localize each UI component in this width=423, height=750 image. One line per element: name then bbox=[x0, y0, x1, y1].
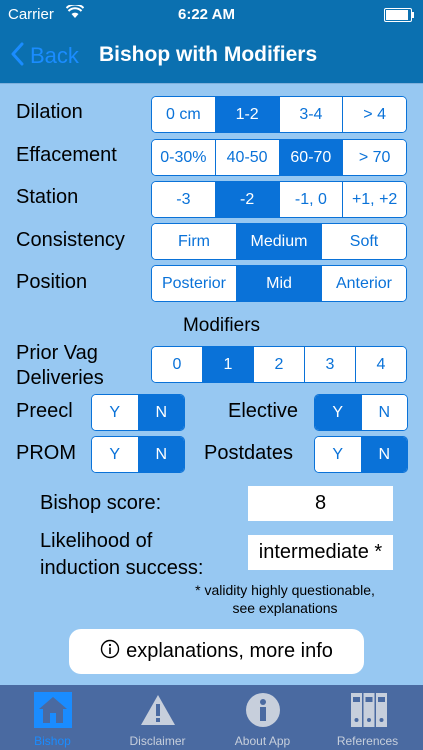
tab-about-app[interactable]: About App bbox=[210, 685, 315, 750]
prom-option-yes[interactable]: Y bbox=[92, 437, 138, 472]
explanations-button[interactable]: explanations, more info bbox=[69, 629, 364, 674]
effacement-option-gt70[interactable]: > 70 bbox=[342, 140, 406, 175]
back-button[interactable]: Back bbox=[10, 41, 79, 71]
prom-option-no[interactable]: N bbox=[137, 437, 184, 472]
postdates-toggle: Y N bbox=[314, 436, 408, 473]
postdates-option-no[interactable]: N bbox=[360, 437, 407, 472]
consistency-option-soft[interactable]: Soft bbox=[321, 224, 406, 259]
dilation-option-3-4[interactable]: 3-4 bbox=[278, 97, 343, 132]
likelihood-label-line1: Likelihood of bbox=[40, 530, 153, 552]
clock: 6:22 AM bbox=[178, 6, 235, 23]
elective-label: Elective bbox=[228, 400, 299, 422]
battery-icon bbox=[384, 8, 414, 22]
effacement-option-0-30[interactable]: 0-30% bbox=[152, 140, 215, 175]
position-segmented-control: Posterior Mid Anterior bbox=[151, 265, 407, 302]
nav-bar: Back Bishop with Modifiers bbox=[0, 30, 423, 83]
station-label: Station bbox=[16, 186, 79, 208]
effacement-label: Effacement bbox=[16, 144, 117, 166]
tab-references[interactable]: References bbox=[315, 685, 420, 750]
carrier-label: Carrier bbox=[8, 6, 54, 23]
status-bar: Carrier 6:22 AM bbox=[0, 0, 423, 30]
info-icon bbox=[100, 639, 120, 665]
tab-about-app-label: About App bbox=[234, 734, 291, 748]
position-option-anterior[interactable]: Anterior bbox=[321, 266, 406, 301]
prior-vag-option-3[interactable]: 3 bbox=[304, 347, 355, 382]
effacement-segmented-control: 0-30% 40-50 60-70 > 70 bbox=[151, 139, 407, 176]
preecl-toggle: Y N bbox=[91, 394, 185, 431]
elective-option-yes[interactable]: Y bbox=[315, 395, 361, 430]
tab-disclaimer-label: Disclaimer bbox=[129, 734, 186, 748]
postdates-option-yes[interactable]: Y bbox=[315, 437, 361, 472]
tab-references-label: References bbox=[336, 734, 399, 748]
station-option-minus2[interactable]: -2 bbox=[214, 182, 279, 217]
tab-disclaimer[interactable]: Disclaimer bbox=[105, 685, 210, 750]
info-icon bbox=[245, 692, 281, 731]
consistency-label: Consistency bbox=[16, 229, 125, 251]
likelihood-label-line2: induction success: bbox=[40, 557, 204, 579]
position-label: Position bbox=[16, 271, 88, 293]
dilation-segmented-control: 0 cm 1-2 3-4 > 4 bbox=[151, 96, 407, 133]
validity-note-line2: see explanations bbox=[232, 600, 338, 616]
dilation-option-gt4[interactable]: > 4 bbox=[342, 97, 406, 132]
binders-icon bbox=[350, 692, 388, 731]
page-title: Bishop with Modifiers bbox=[99, 43, 318, 66]
preecl-label: Preecl bbox=[16, 400, 73, 422]
prior-vag-label: Prior Vag Deliveries bbox=[16, 341, 104, 391]
prior-vag-option-2[interactable]: 2 bbox=[253, 347, 304, 382]
position-option-posterior[interactable]: Posterior bbox=[152, 266, 236, 301]
prior-vag-option-1[interactable]: 1 bbox=[202, 347, 253, 382]
dilation-option-0cm[interactable]: 0 cm bbox=[152, 97, 215, 132]
elective-option-no[interactable]: N bbox=[360, 395, 407, 430]
effacement-option-60-70[interactable]: 60-70 bbox=[278, 140, 343, 175]
elective-toggle: Y N bbox=[314, 394, 408, 431]
tab-bishop[interactable]: Bishop bbox=[0, 685, 105, 750]
likelihood-label: Likelihood of induction success: bbox=[40, 528, 203, 582]
house-icon bbox=[33, 691, 73, 732]
consistency-segmented-control: Firm Medium Soft bbox=[151, 223, 407, 260]
explanations-button-label: explanations, more info bbox=[126, 640, 333, 662]
back-label: Back bbox=[30, 43, 79, 68]
station-option-minus3[interactable]: -3 bbox=[152, 182, 215, 217]
preecl-option-yes[interactable]: Y bbox=[92, 395, 138, 430]
position-option-mid[interactable]: Mid bbox=[236, 266, 321, 301]
bishop-score-label: Bishop score: bbox=[40, 492, 162, 514]
bishop-score-value: 8 bbox=[248, 486, 393, 521]
prior-vag-label-line2: Deliveries bbox=[16, 367, 104, 389]
tab-bar: Bishop Disclaimer About App References bbox=[0, 685, 423, 750]
validity-note: * validity highly questionable, see expl… bbox=[150, 581, 420, 617]
chevron-left-icon bbox=[10, 42, 24, 71]
station-option-minus1-0[interactable]: -1, 0 bbox=[278, 182, 343, 217]
validity-note-line1: * validity highly questionable, bbox=[195, 582, 375, 598]
station-option-plus1-plus2[interactable]: +1, +2 bbox=[342, 182, 406, 217]
dilation-label: Dilation bbox=[16, 101, 83, 123]
preecl-option-no[interactable]: N bbox=[137, 395, 184, 430]
postdates-label: Postdates bbox=[204, 442, 293, 464]
tab-bishop-label: Bishop bbox=[34, 734, 71, 748]
prom-label: PROM bbox=[16, 442, 76, 464]
station-segmented-control: -3 -2 -1, 0 +1, +2 bbox=[151, 181, 407, 218]
consistency-option-firm[interactable]: Firm bbox=[152, 224, 236, 259]
likelihood-value: intermediate * bbox=[248, 535, 393, 570]
wifi-icon bbox=[65, 3, 85, 23]
prior-vag-label-line1: Prior Vag bbox=[16, 342, 98, 364]
prior-vag-option-4[interactable]: 4 bbox=[355, 347, 406, 382]
warning-icon bbox=[139, 693, 177, 730]
effacement-option-40-50[interactable]: 40-50 bbox=[214, 140, 279, 175]
prior-vag-option-0[interactable]: 0 bbox=[152, 347, 202, 382]
modifiers-heading: Modifiers bbox=[182, 315, 261, 336]
prom-toggle: Y N bbox=[91, 436, 185, 473]
prior-vag-segmented-control: 0 1 2 3 4 bbox=[151, 346, 407, 383]
consistency-option-medium[interactable]: Medium bbox=[236, 224, 321, 259]
dilation-option-1-2[interactable]: 1-2 bbox=[214, 97, 279, 132]
